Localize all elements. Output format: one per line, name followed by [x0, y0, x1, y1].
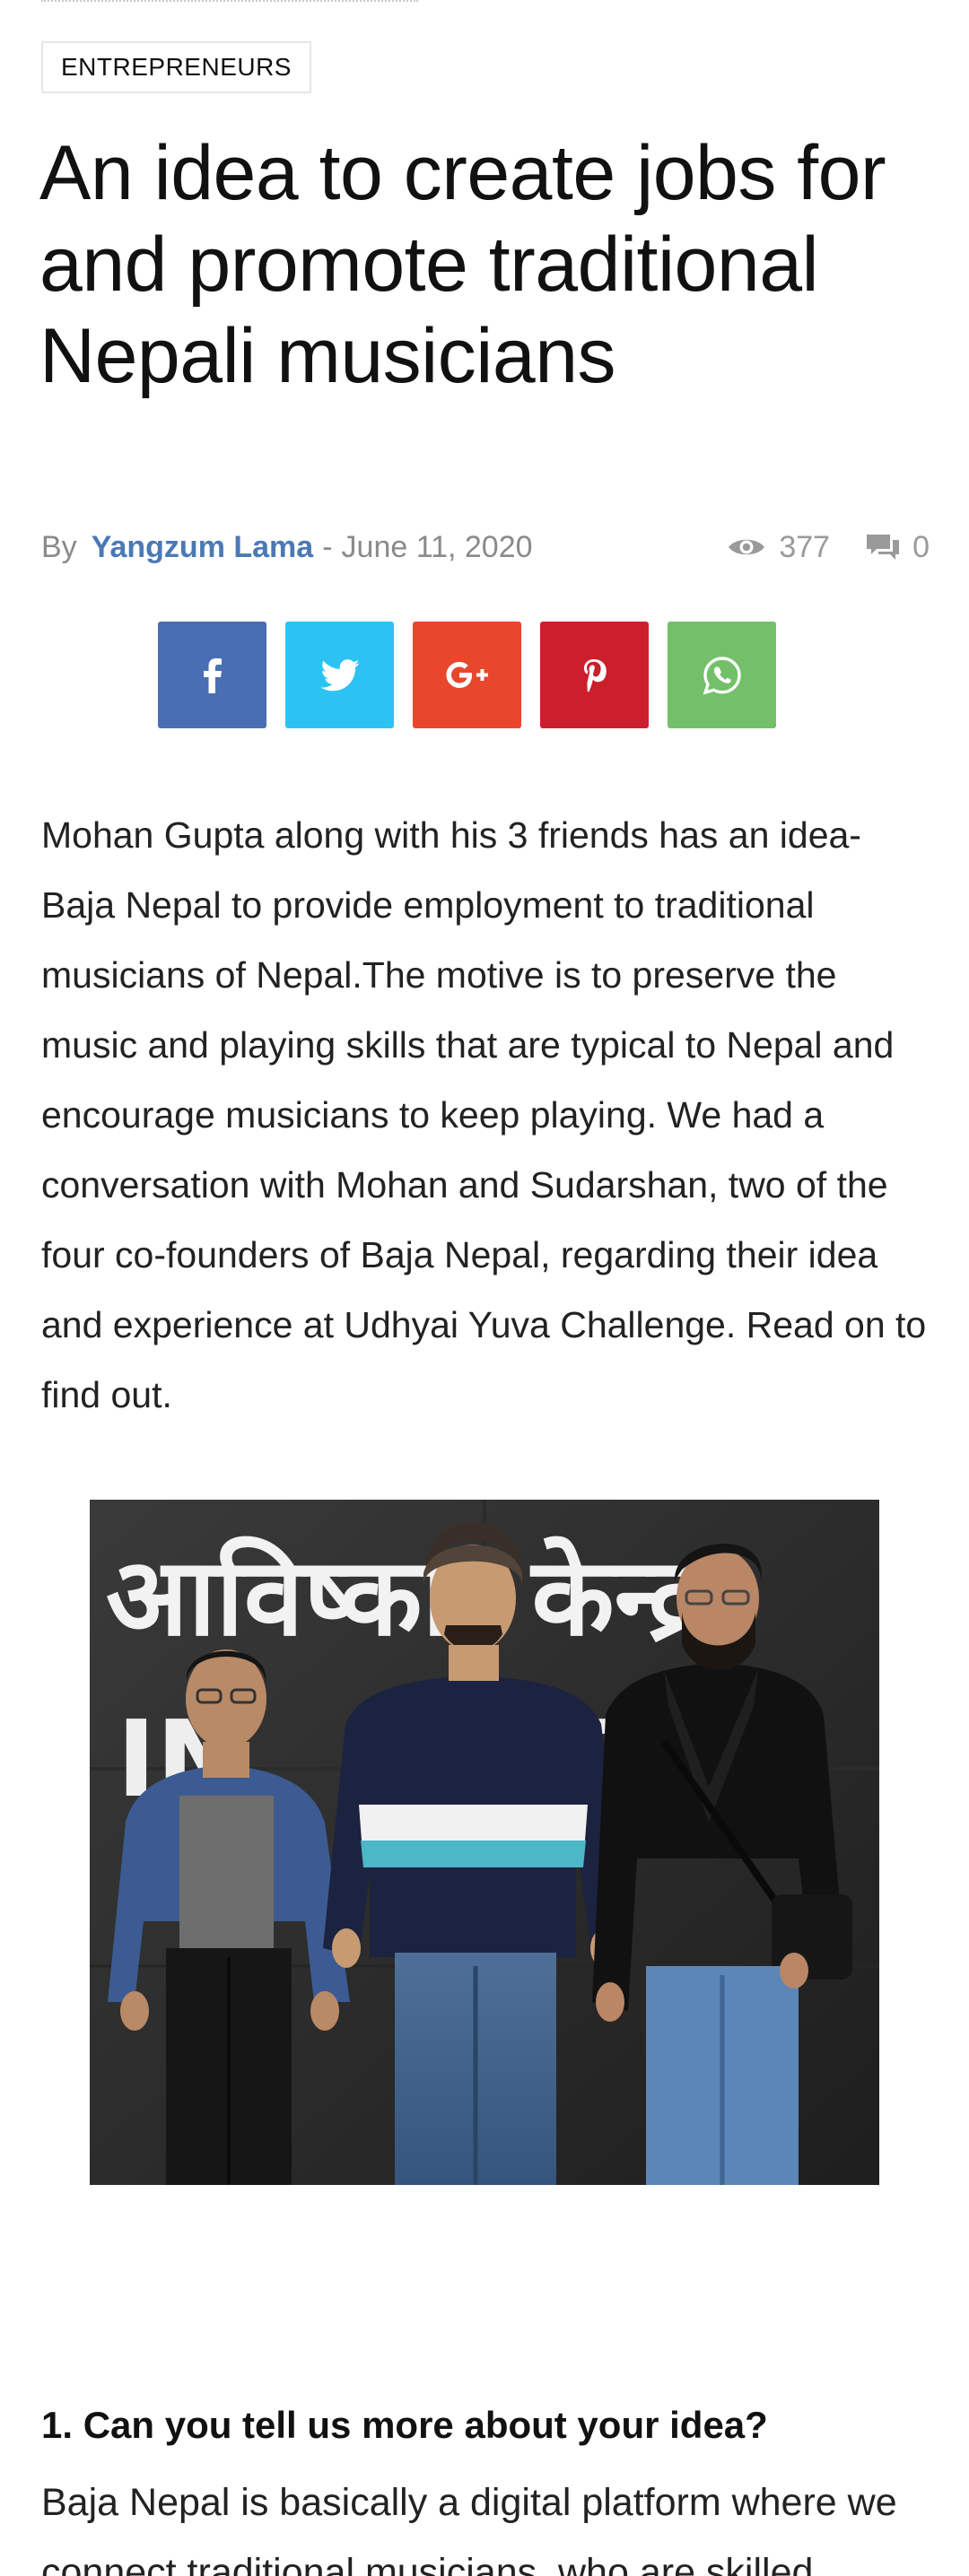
whatsapp-icon [703, 656, 741, 695]
pinterest-share-button[interactable] [540, 622, 649, 728]
facebook-icon [203, 657, 222, 693]
author-link[interactable]: Yangzum Lama [92, 530, 314, 565]
article-intro: Mohan Gupta along with his 3 friends has… [41, 814, 927, 1415]
google-plus-icon [446, 661, 488, 688]
article-photo: आविष्कार केन्द्र IN TE [90, 1500, 879, 2185]
twitter-share-button[interactable] [285, 622, 394, 728]
eye-icon [729, 539, 765, 555]
category-tag[interactable]: ENTREPRENEURS [41, 41, 311, 93]
twitter-icon [319, 658, 360, 691]
by-label: By [41, 529, 77, 564]
views-stat: 377 [727, 530, 830, 565]
sign-devanagari-text: आविष्कार केन्द्र [106, 1536, 708, 1660]
google-plus-share-button[interactable] [413, 622, 521, 728]
comments-count: 0 [912, 529, 930, 564]
question-heading: 1. Can you tell us more about your idea? [41, 2404, 768, 2446]
meta-separator: - [322, 529, 333, 564]
facebook-share-button[interactable] [158, 622, 266, 728]
whatsapp-share-button[interactable] [668, 622, 776, 728]
article-title: An idea to create jobs for and promote t… [39, 130, 886, 399]
previous-content-edge [41, 0, 418, 2]
views-count: 377 [779, 529, 831, 564]
publish-date: June 11, 2020 [341, 529, 533, 564]
article-stats: 377 0 [691, 526, 930, 569]
comment-icon [867, 535, 900, 560]
category-label: ENTREPRENEURS [61, 53, 292, 81]
article-page: ENTREPRENEURS An idea to create jobs for… [0, 0, 969, 2576]
article-meta: By Yangzum Lama - June 11, 2020 377 0 [41, 526, 930, 569]
comments-stat[interactable]: 0 [866, 530, 930, 565]
answer-text: Baja Nepal is basically a digital platfo… [41, 2481, 897, 2576]
pinterest-icon [583, 658, 607, 692]
share-buttons [158, 622, 776, 728]
founders-photo: आविष्कार केन्द्र IN TE [90, 1500, 879, 2185]
